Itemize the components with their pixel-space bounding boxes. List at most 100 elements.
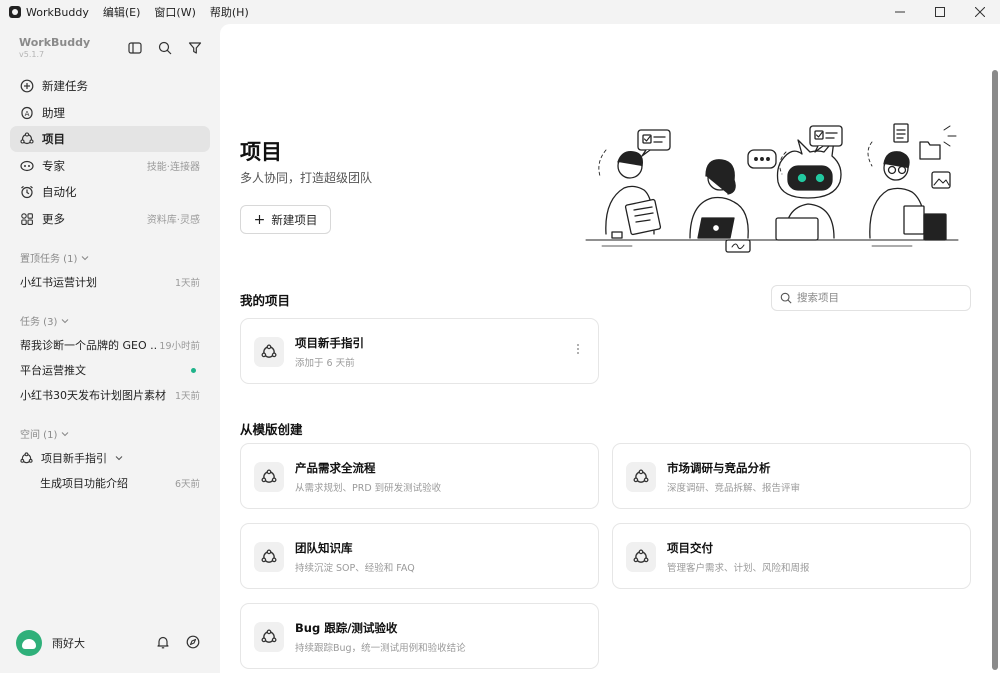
card-title: 项目新手指引 <box>295 336 364 350</box>
sidebar-item-hint: 资料库·灵感 <box>146 215 200 226</box>
compass-icon <box>186 635 200 649</box>
card-title: 项目交付 <box>667 541 713 555</box>
pinned-header-label: 置顶任务 (1) <box>20 254 78 265</box>
sidebar: WorkBuddy v5.1.7 新建任务 A 助理 项目 专家 技能·连接器 <box>0 24 220 673</box>
card-title: 市场调研与竞品分析 <box>667 461 771 475</box>
project-icon-tile <box>254 542 284 572</box>
unread-dot <box>191 367 196 373</box>
project-icon <box>261 629 277 643</box>
project-icon <box>261 549 277 563</box>
card-desc: 管理客户需求、计划、风险和周报 <box>667 563 810 574</box>
page-subtitle: 多人协同，打造超级团队 <box>240 171 373 185</box>
space-task-row[interactable]: 生成项目功能介绍 6天前 <box>10 472 210 494</box>
sidebar-item-more[interactable]: 更多 资料库·灵感 <box>10 206 210 232</box>
sidebar-item-new-task[interactable]: 新建任务 <box>10 73 210 99</box>
scrollbar[interactable] <box>992 70 998 670</box>
close-button[interactable] <box>960 0 1000 24</box>
card-desc: 持续跟踪Bug，统一测试用例和验收结论 <box>295 643 466 654</box>
chevron-down-icon <box>81 255 89 260</box>
space-project-name: 项目新手指引 <box>41 452 107 465</box>
chevron-down-icon <box>61 431 69 436</box>
template-card[interactable]: Bug 跟踪/测试验收 持续跟踪Bug，统一测试用例和验收结论 <box>240 603 599 669</box>
pinned-section-header[interactable]: 置顶任务 (1) <box>20 250 89 265</box>
brand-version: v5.1.7 <box>19 50 45 59</box>
title-bar: WorkBuddy 编辑(E) 窗口(W) 帮助(H) <box>0 0 1000 24</box>
page-title: 项目 <box>240 140 282 164</box>
template-card[interactable]: 产品需求全流程 从需求规划、PRD 到研发测试验收 <box>240 443 599 509</box>
notifications-button[interactable] <box>156 635 170 652</box>
spaces-section-header[interactable]: 空间 (1) <box>20 426 69 441</box>
project-search <box>771 285 971 311</box>
grid-icon <box>20 212 34 226</box>
menu-edit[interactable]: 编辑(E) <box>103 4 141 20</box>
task-row[interactable]: 帮我诊断一个品牌的 GEO ... 19小时前 <box>10 334 210 356</box>
project-icon <box>633 549 649 563</box>
card-title: Bug 跟踪/测试验收 <box>295 621 398 635</box>
project-card[interactable]: 项目新手指引 添加于 6 天前 <box>240 318 599 384</box>
task-name: 平台运营推文 <box>20 364 86 377</box>
template-card[interactable]: 团队知识库 持续沉淀 SOP、经验和 FAQ <box>240 523 599 589</box>
sidebar-item-hint: 技能·连接器 <box>146 162 200 173</box>
project-icon <box>20 132 34 146</box>
brand-name: WorkBuddy <box>19 36 91 49</box>
plus-icon: + <box>253 211 266 228</box>
main-content: 项目 多人协同，打造超级团队 + 新建项目 我的项目 搜索项目 项目新手指引 添… <box>220 24 1000 673</box>
team-collaboration-illustration <box>585 123 959 253</box>
project-icon <box>261 344 277 358</box>
template-card[interactable]: 市场调研与竞品分析 深度调研、竞品拆解、报告评审 <box>612 443 971 509</box>
template-card[interactable]: 项目交付 管理客户需求、计划、风险和周报 <box>612 523 971 589</box>
card-title: 产品需求全流程 <box>295 461 376 475</box>
task-name: 帮我诊断一个品牌的 GEO ... <box>20 339 158 352</box>
sidebar-panel-icon <box>128 42 142 54</box>
pinned-task-row[interactable]: 小红书运营计划 1天前 <box>10 271 210 293</box>
menu-window[interactable]: 窗口(W) <box>154 4 195 20</box>
user-name: 雨好大 <box>52 637 85 650</box>
menu-help[interactable]: 帮助(H) <box>210 4 249 20</box>
sidebar-item-label: 更多 <box>42 211 65 226</box>
minimize-button[interactable] <box>880 0 920 24</box>
new-project-button[interactable]: + 新建项目 <box>240 205 331 234</box>
card-title: 团队知识库 <box>295 541 353 555</box>
toggle-sidebar-button[interactable] <box>127 40 143 56</box>
sidebar-item-expert[interactable]: 专家 技能·连接器 <box>10 153 210 179</box>
search-button[interactable] <box>157 40 173 56</box>
new-project-label: 新建项目 <box>271 212 318 227</box>
sidebar-item-label: 助理 <box>42 105 65 120</box>
tasks-section-header[interactable]: 任务 (3) <box>20 313 69 328</box>
minimize-icon <box>895 11 905 13</box>
card-desc: 持续沉淀 SOP、经验和 FAQ <box>295 563 415 574</box>
user-profile[interactable]: 雨好大 <box>16 630 85 656</box>
alarm-clock-icon <box>20 185 34 199</box>
project-icon-tile <box>626 542 656 572</box>
app-logo-icon <box>9 6 21 18</box>
space-project-row[interactable]: 项目新手指引 <box>10 447 210 469</box>
task-row[interactable]: 平台运营推文 <box>10 359 210 381</box>
tasks-header-label: 任务 (3) <box>20 317 58 328</box>
project-icon-tile <box>254 462 284 492</box>
task-name: 小红书运营计划 <box>20 276 97 289</box>
search-input[interactable] <box>797 292 957 304</box>
filter-button[interactable] <box>187 40 203 56</box>
svg-text:A: A <box>25 110 30 118</box>
avatar <box>16 630 42 656</box>
search-icon <box>780 292 792 304</box>
maximize-button[interactable] <box>920 0 960 24</box>
sidebar-item-assistant[interactable]: A 助理 <box>10 100 210 126</box>
sidebar-item-automation[interactable]: 自动化 <box>10 179 210 205</box>
templates-title: 从模版创建 <box>240 422 303 437</box>
sidebar-item-project[interactable]: 项目 <box>10 126 210 152</box>
task-name: 小红书30天发布计划图片素材 <box>20 389 166 402</box>
task-time: 1天前 <box>174 278 200 289</box>
task-time: 19小时前 <box>159 341 200 352</box>
chevron-down-icon <box>61 318 69 323</box>
project-icon-tile <box>626 462 656 492</box>
brand: WorkBuddy v5.1.7 <box>19 36 90 59</box>
explore-button[interactable] <box>186 635 200 652</box>
sidebar-item-label: 专家 <box>42 158 65 173</box>
more-vertical-icon <box>577 344 579 354</box>
task-time: 6天前 <box>174 479 200 490</box>
more-options-button[interactable] <box>576 343 580 355</box>
card-desc: 深度调研、竞品拆解、报告评审 <box>667 483 801 494</box>
task-row[interactable]: 小红书30天发布计划图片素材 1天前 <box>10 384 210 406</box>
project-icon-tile <box>254 337 284 367</box>
